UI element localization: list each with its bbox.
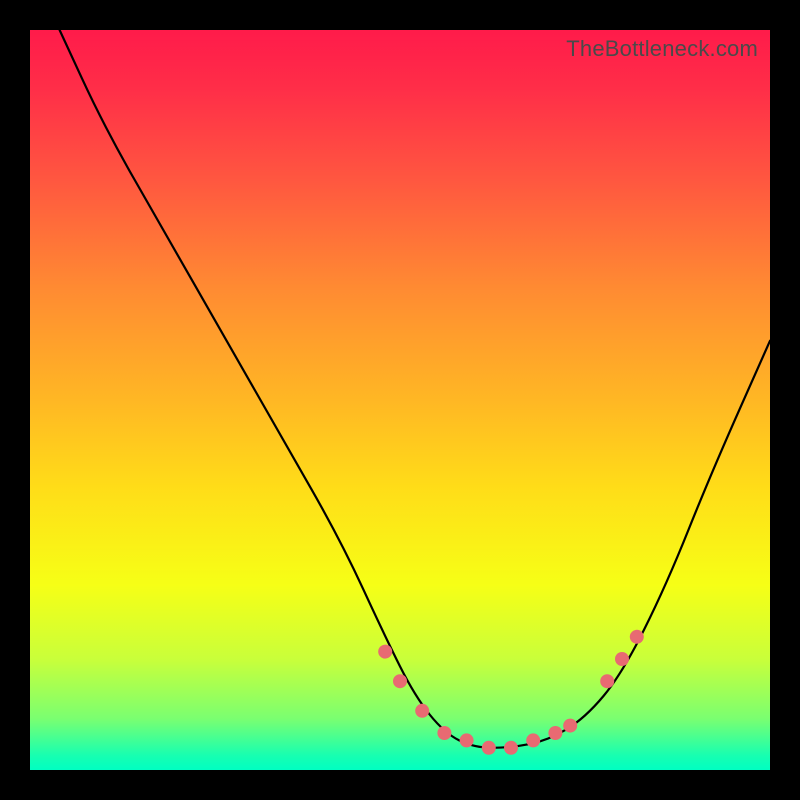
marker-point bbox=[482, 741, 496, 755]
marker-point bbox=[460, 733, 474, 747]
bottleneck-curve bbox=[60, 30, 770, 748]
marker-point bbox=[415, 704, 429, 718]
chart-svg bbox=[30, 30, 770, 770]
marker-point bbox=[563, 719, 577, 733]
marker-point bbox=[504, 741, 518, 755]
marker-point bbox=[548, 726, 562, 740]
marker-point bbox=[393, 674, 407, 688]
marker-point bbox=[378, 645, 392, 659]
marker-point bbox=[526, 733, 540, 747]
marker-point bbox=[600, 674, 614, 688]
plot-area: TheBottleneck.com bbox=[30, 30, 770, 770]
marker-point bbox=[630, 630, 644, 644]
marker-point bbox=[437, 726, 451, 740]
marker-group bbox=[378, 630, 644, 755]
marker-point bbox=[615, 652, 629, 666]
